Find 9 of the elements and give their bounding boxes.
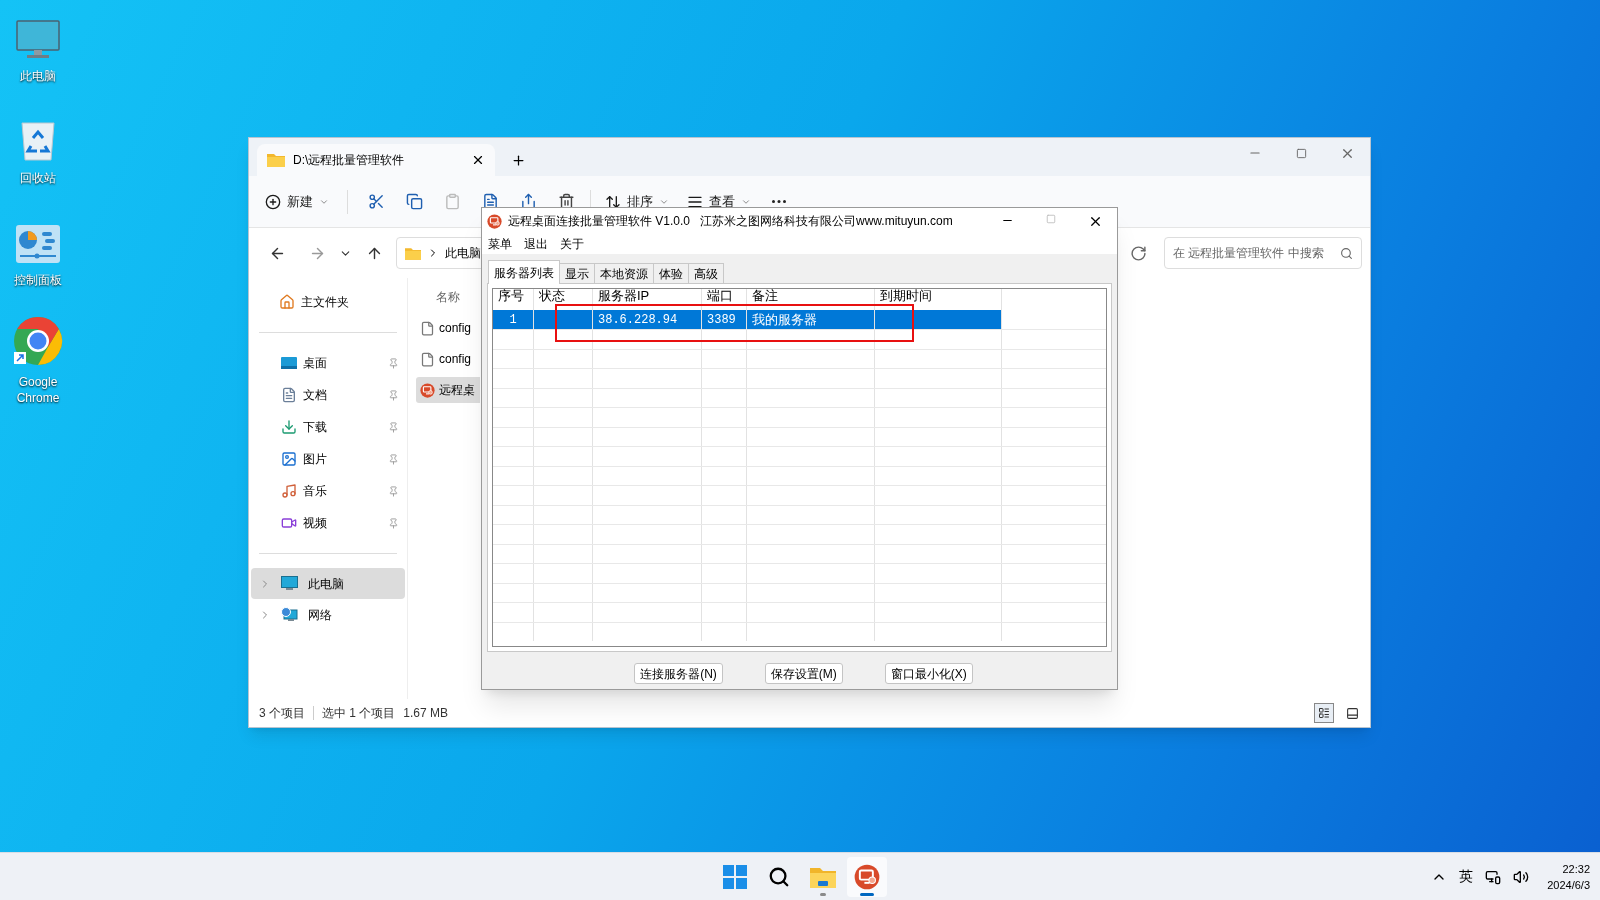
window-title: 远程桌面连接批量管理软件 V1.0.0 江苏米之图网络科技有限公司www.mituyun.com <box>508 213 954 230</box>
table-cell-text: 1 <box>509 311 517 329</box>
tab-title: D:\远程批量管理软件 <box>293 152 406 169</box>
table-cell-text: 我的服务器 <box>752 310 817 329</box>
table-cell-text: 3389 <box>707 311 736 329</box>
status-text: 选中 1 个项目 <box>322 705 396 722</box>
table-cell-text: 38.6.228.94 <box>598 311 678 329</box>
status-text: 1.67 MB <box>403 705 449 722</box>
status-text: 3 个项目 <box>259 705 305 722</box>
